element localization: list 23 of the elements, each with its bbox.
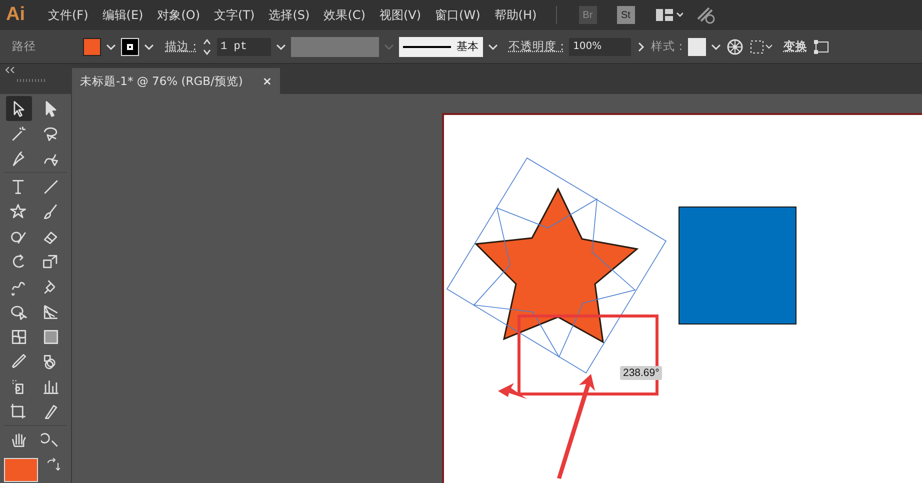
document-title: 未标题-1* @ 76% (RGB/预览) [80, 74, 243, 88]
stroke-weight-field[interactable]: 1 pt [216, 38, 271, 56]
menu-item[interactable]: 文字(T) [209, 4, 260, 26]
opacity-field[interactable]: 100% [569, 38, 632, 56]
transform-link[interactable]: 变换 [784, 39, 808, 54]
menu-item[interactable]: 帮助(H) [489, 4, 542, 26]
angle-tooltip: 238.69° [620, 366, 662, 380]
opacity-label[interactable]: 不透明度 : [508, 39, 564, 54]
menu-item[interactable]: 对象(O) [152, 4, 206, 26]
stroke-label[interactable]: 描边 : [165, 39, 197, 54]
app-launch-button[interactable]: St [616, 6, 635, 24]
brush-profile-dropdown[interactable]: 基本 [398, 36, 483, 56]
menu-item[interactable]: 编辑(E) [97, 4, 148, 26]
menu-item[interactable]: 效果(C) [318, 4, 370, 26]
menu-item[interactable]: 选择(S) [264, 4, 315, 26]
selection-type-label: 路径 [12, 39, 36, 54]
close-tab-icon[interactable]: × [262, 74, 272, 88]
document-tab[interactable]: 未标题-1* @ 76% (RGB/预览) × [72, 68, 280, 94]
style-label: 样式 : [651, 39, 683, 54]
menu-item[interactable]: 窗口(W) [430, 4, 486, 26]
menu-item[interactable]: 视图(V) [374, 4, 426, 26]
menu-item[interactable]: 文件(F) [43, 4, 94, 26]
app-logo: Ai [6, 4, 25, 26]
